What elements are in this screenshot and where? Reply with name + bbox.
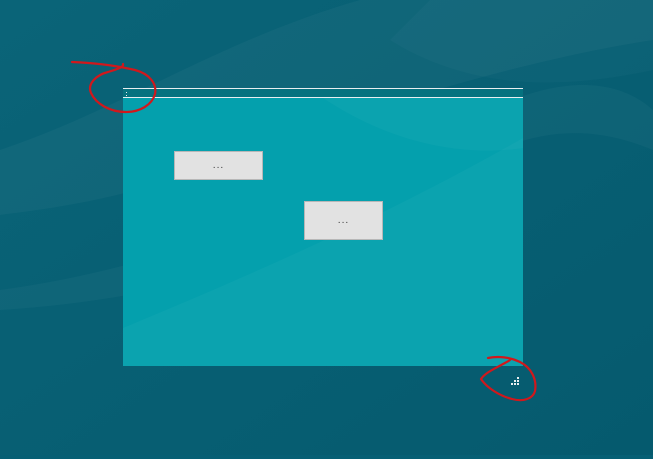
drag-grip-icon[interactable] — [125, 91, 129, 97]
resize-grip-icon[interactable] — [511, 377, 520, 386]
ellipsis-button-1[interactable]: ... — [174, 151, 263, 180]
window-title-bar[interactable] — [123, 88, 523, 98]
dialog-window[interactable]: ... ... — [123, 88, 523, 366]
ellipsis-button-2[interactable]: ... — [304, 201, 383, 240]
